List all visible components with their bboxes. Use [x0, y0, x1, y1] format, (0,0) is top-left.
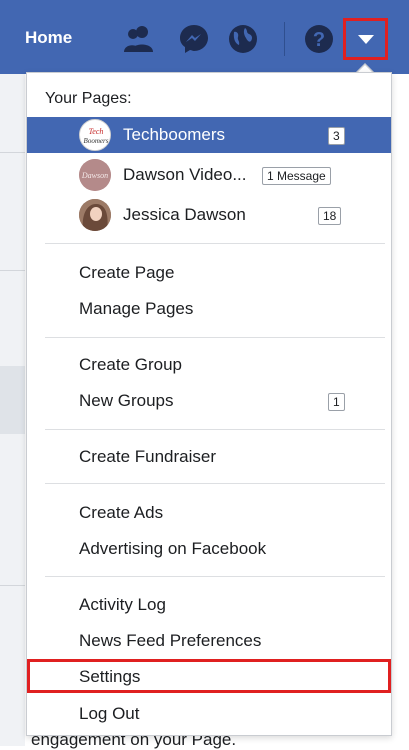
page-item-techboomers[interactable]: Tech Boomers Techboomers 3 [27, 117, 391, 153]
menu-divider [45, 337, 385, 338]
new-groups-item[interactable]: New Groups [79, 391, 173, 411]
svg-text:Dawson: Dawson [81, 171, 108, 180]
top-navigation-bar: Home ? [0, 0, 409, 74]
news-feed-preferences-item[interactable]: News Feed Preferences [79, 631, 261, 651]
notification-badge: 18 [318, 207, 342, 225]
techboomers-avatar: Tech Boomers [79, 119, 111, 151]
menu-divider [45, 243, 385, 244]
background-panel [0, 366, 25, 434]
manage-pages-item[interactable]: Manage Pages [79, 299, 193, 319]
menu-divider [45, 429, 385, 430]
globe-icon[interactable] [226, 22, 260, 56]
background-divider [0, 585, 25, 586]
new-groups-badge: 1 [328, 393, 345, 411]
dropdown-highlight-box [343, 18, 388, 60]
account-dropdown-menu: Your Pages: Tech Boomers Techboomers 3 D… [26, 72, 392, 736]
jessica-dawson-avatar [79, 199, 111, 231]
page-name: Dawson Video... [123, 165, 247, 184]
create-ads-item[interactable]: Create Ads [79, 503, 163, 523]
settings-item[interactable]: Settings [79, 667, 140, 687]
your-pages-heading: Your Pages: [45, 90, 132, 107]
friends-icon[interactable] [122, 22, 156, 56]
background-divider [0, 152, 25, 153]
svg-text:Tech: Tech [89, 127, 104, 136]
activity-log-item[interactable]: Activity Log [79, 595, 166, 615]
page-item-dawson-video[interactable]: Dawson Dawson Video... 1 Message [27, 157, 391, 193]
create-fundraiser-item[interactable]: Create Fundraiser [79, 447, 216, 467]
page-name: Techboomers [123, 125, 226, 144]
page-item-jessica-dawson[interactable]: Jessica Dawson 18 [27, 197, 391, 233]
menu-divider [45, 483, 385, 484]
topbar-divider [284, 22, 285, 56]
dawson-video-avatar: Dawson [79, 159, 111, 191]
notification-badge: 3 [328, 127, 345, 145]
create-group-item[interactable]: Create Group [79, 355, 182, 375]
advertising-on-facebook-item[interactable]: Advertising on Facebook [79, 539, 266, 559]
home-link[interactable]: Home [25, 28, 72, 48]
menu-divider [45, 576, 385, 577]
svg-text:Boomers: Boomers [84, 137, 109, 145]
background-divider [0, 270, 25, 271]
message-badge: 1 Message [262, 167, 331, 185]
svg-text:?: ? [313, 29, 325, 51]
create-page-item[interactable]: Create Page [79, 263, 174, 283]
page-name: Jessica Dawson [123, 205, 246, 224]
log-out-item[interactable]: Log Out [79, 704, 140, 724]
help-icon[interactable]: ? [302, 22, 336, 56]
messenger-icon[interactable] [177, 22, 211, 56]
